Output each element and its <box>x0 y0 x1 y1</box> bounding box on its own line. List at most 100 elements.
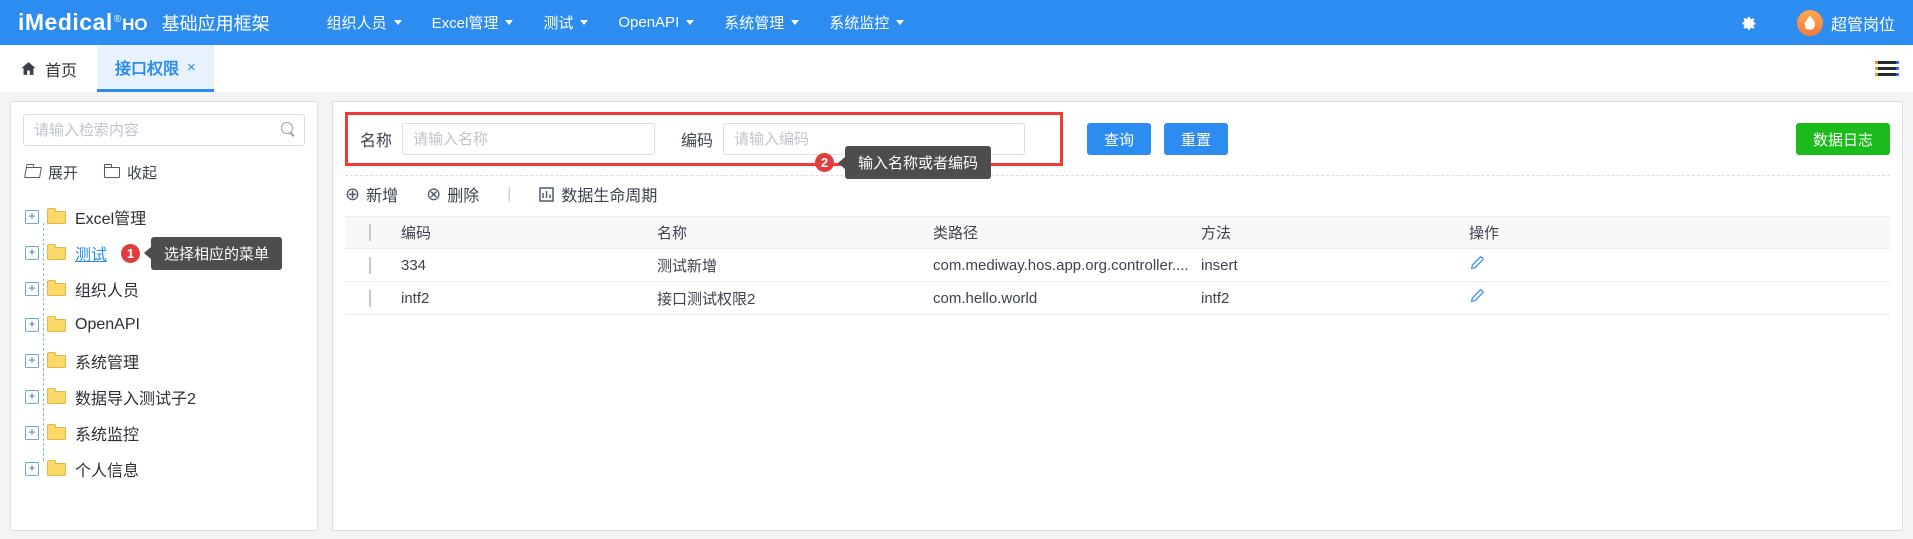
cell-name: 接口测试权限2 <box>657 290 756 308</box>
header-classpath: 类路径 <box>933 225 979 242</box>
tree-item-label: 个人信息 <box>75 463 140 480</box>
expand-plus-icon[interactable]: + <box>25 210 39 224</box>
annotation-step-1: 1 选择相应的菜单 <box>121 236 283 270</box>
menu-label: OpenAPI <box>618 14 680 31</box>
expand-all-button[interactable]: 展开 <box>24 162 78 183</box>
edit-pencil-icon[interactable] <box>1469 255 1485 271</box>
data-lifecycle-button[interactable]: 数据生命周期 <box>539 182 657 206</box>
role-name[interactable]: 超管岗位 <box>1831 11 1895 35</box>
tab-interface-permission[interactable]: 接口权限 × <box>97 45 214 92</box>
expand-plus-icon[interactable]: + <box>25 282 39 296</box>
navbar-right: 超管岗位 <box>1739 9 1895 36</box>
menu-tree: + Excel管理 + 测试 1 选择相应的菜单 + 组织人员 + OpenAP… <box>23 199 305 487</box>
row-checkbox[interactable] <box>369 256 371 274</box>
tree-item-label: Excel管理 <box>75 211 147 228</box>
name-field-group: 名称 <box>360 123 656 155</box>
menu-label: 组织人员 <box>326 15 387 32</box>
folder-open-icon <box>24 167 42 178</box>
expand-plus-icon[interactable]: + <box>25 462 39 476</box>
cell-method: intf2 <box>1201 289 1230 307</box>
menu-openapi[interactable]: OpenAPI <box>603 0 709 45</box>
tree-item-excel[interactable]: + Excel管理 <box>25 199 305 235</box>
edit-pencil-icon[interactable] <box>1469 288 1485 304</box>
expand-plus-icon[interactable]: + <box>25 426 39 440</box>
tree-search-input[interactable] <box>23 114 305 146</box>
filter-row: 名称 编码 查询 重置 数据日志 <box>345 112 1890 166</box>
chevron-down-icon <box>580 20 589 25</box>
app-title: 基础应用框架 <box>161 14 270 34</box>
folder-icon <box>47 279 66 296</box>
table-toolbar: ⊕ 新增 ⊗ 删除 | 数据生命周期 <box>345 176 1890 212</box>
name-label: 名称 <box>360 133 393 150</box>
tree-item-sysmonitor[interactable]: + 系统监控 <box>25 415 305 451</box>
menu-test[interactable]: 测试 <box>528 0 603 45</box>
add-button[interactable]: ⊕ 新增 <box>345 182 398 206</box>
collapse-label: 收起 <box>127 165 158 182</box>
content-area: 展开 收起 + Excel管理 + 测试 1 <box>0 93 1913 539</box>
query-button[interactable]: 查询 <box>1087 123 1152 155</box>
cell-classpath: com.hello.world <box>933 289 1038 307</box>
header-name: 名称 <box>657 225 688 242</box>
tooltip: 选择相应的菜单 <box>140 236 283 270</box>
table-row[interactable]: intf2 接口测试权限2 com.hello.world intf2 <box>345 282 1890 315</box>
step-badge: 2 <box>815 153 834 172</box>
tab-home-label: 首页 <box>45 62 78 80</box>
tab-home[interactable]: 首页 <box>0 45 97 92</box>
expand-plus-icon[interactable]: + <box>25 390 39 404</box>
cell-classpath: com.mediway.hos.app.org.controller.... <box>933 256 1189 274</box>
name-input[interactable] <box>402 123 656 155</box>
menu-system-monitor[interactable]: 系统监控 <box>814 0 919 45</box>
tree-item-label: 系统监控 <box>75 427 140 444</box>
cell-code: 334 <box>401 256 427 274</box>
collapse-all-button[interactable]: 收起 <box>103 162 158 183</box>
close-icon[interactable]: × <box>187 59 196 76</box>
add-label: 新增 <box>366 188 399 205</box>
code-label: 编码 <box>681 133 714 150</box>
delete-button[interactable]: ⊗ 删除 <box>426 182 479 206</box>
reset-button[interactable]: 重置 <box>1164 123 1229 155</box>
permission-table: 编码 名称 类路径 方法 操作 334 测试新增 com.mediway.hos… <box>345 216 1890 315</box>
tooltip-text: 选择相应的菜单 <box>151 236 283 270</box>
tree-item-data-import[interactable]: + 数据导入测试子2 <box>25 379 305 415</box>
tree-item-label: OpenAPI <box>75 316 140 333</box>
chevron-down-icon <box>896 20 905 25</box>
data-log-button[interactable]: 数据日志 <box>1795 123 1890 155</box>
tree-item-org[interactable]: + 组织人员 <box>25 271 305 307</box>
tree-item-openapi[interactable]: + OpenAPI <box>25 307 305 343</box>
lifecycle-icon <box>539 186 555 202</box>
tree-item-test[interactable]: + 测试 1 选择相应的菜单 <box>25 235 305 271</box>
gear-icon[interactable] <box>1739 13 1759 33</box>
select-all-checkbox[interactable] <box>369 224 371 241</box>
fold-controls: 展开 收起 <box>24 162 303 183</box>
menu-excel[interactable]: Excel管理 <box>417 0 529 45</box>
tree-item-sysadmin[interactable]: + 系统管理 <box>25 343 305 379</box>
cell-name: 测试新增 <box>657 257 718 275</box>
tooltip: 输入名称或者编码 <box>834 146 992 179</box>
table-header-row: 编码 名称 类路径 方法 操作 <box>345 216 1890 249</box>
expand-plus-icon[interactable]: + <box>25 318 39 332</box>
registered-mark: ® <box>113 14 122 25</box>
lifecycle-label: 数据生命周期 <box>561 188 658 205</box>
header-code: 编码 <box>401 225 432 242</box>
menu-system-admin[interactable]: 系统管理 <box>709 0 814 45</box>
table-row[interactable]: 334 测试新增 com.mediway.hos.app.org.control… <box>345 249 1890 282</box>
expand-plus-icon[interactable]: + <box>25 246 39 260</box>
delete-label: 删除 <box>447 188 480 205</box>
tree-item-personal[interactable]: + 个人信息 <box>25 451 305 487</box>
tab-label: 接口权限 <box>115 61 180 78</box>
chevron-down-icon <box>505 20 514 25</box>
brand-name: iMedical <box>18 9 113 35</box>
folder-icon <box>47 351 66 368</box>
expand-plus-icon[interactable]: + <box>25 354 39 368</box>
menu-tree-panel: 展开 收起 + Excel管理 + 测试 1 <box>10 101 318 531</box>
tab-bar: 首页 接口权限 × <box>0 45 1913 93</box>
menu-label: 测试 <box>543 15 574 32</box>
row-checkbox[interactable] <box>369 289 371 307</box>
header-method: 方法 <box>1201 225 1232 242</box>
menu-org-people[interactable]: 组织人员 <box>312 0 417 45</box>
main-menu: 组织人员 Excel管理 测试 OpenAPI 系统管理 系统监控 <box>312 0 920 45</box>
hamburger-menu-icon[interactable] <box>1875 58 1899 79</box>
home-icon <box>21 62 36 75</box>
menu-label: 系统管理 <box>724 15 785 32</box>
avatar[interactable] <box>1796 9 1823 36</box>
